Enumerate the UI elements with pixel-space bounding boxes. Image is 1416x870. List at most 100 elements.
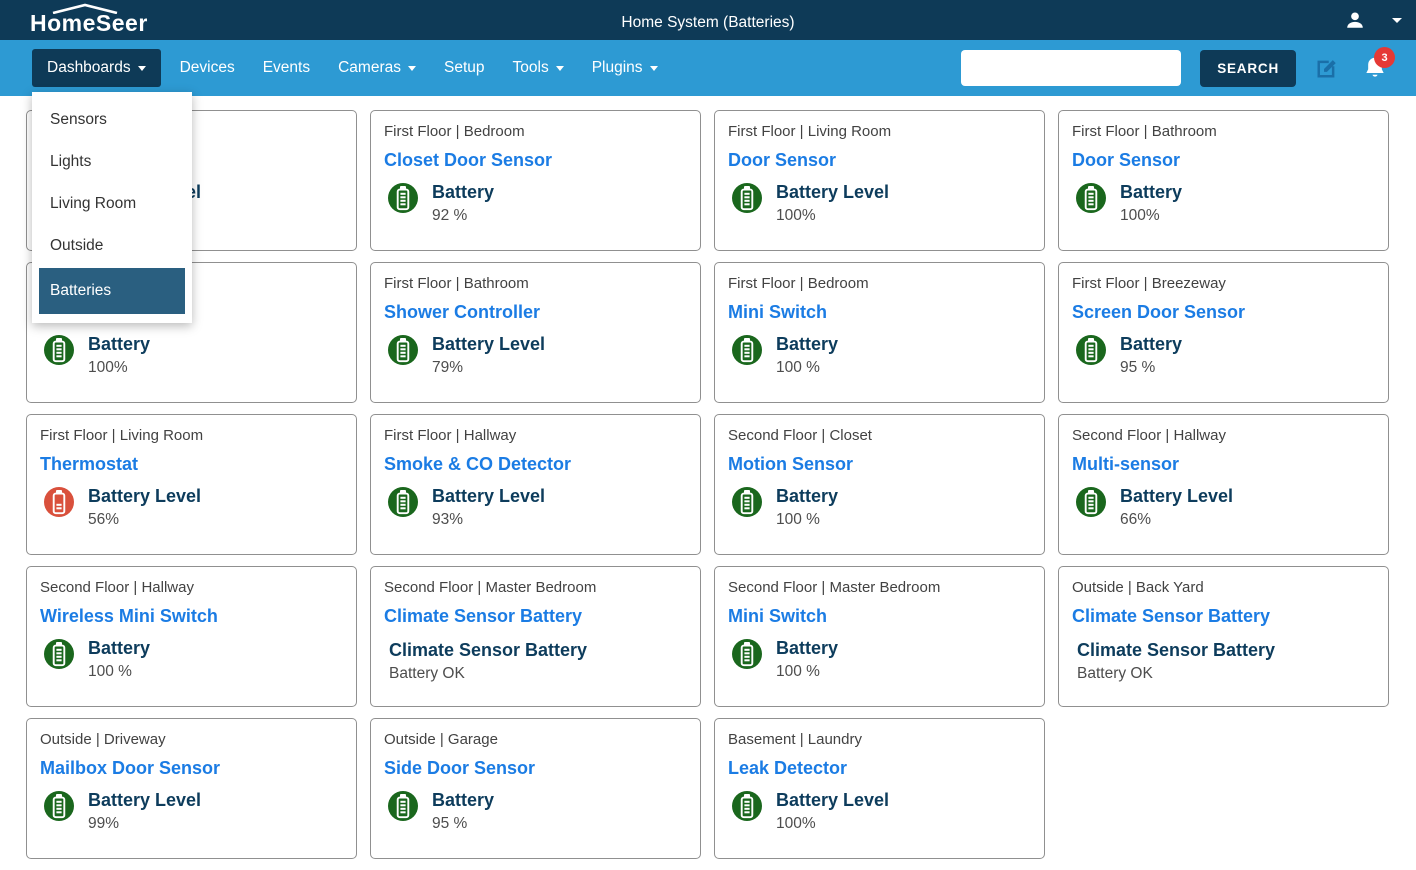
device-name[interactable]: Shower Controller xyxy=(384,301,687,323)
feature-label: Battery Level xyxy=(776,789,889,811)
device-name[interactable]: Climate Sensor Battery xyxy=(1072,605,1375,627)
feature-value: 99% xyxy=(88,814,201,833)
battery-feature: Battery Level 99% xyxy=(40,789,343,833)
device-name[interactable]: Closet Door Sensor xyxy=(384,149,687,171)
battery-feature: Battery 100 % xyxy=(728,485,1031,529)
nav-item-cameras[interactable]: Cameras xyxy=(329,50,425,86)
nav-item-dashboards[interactable]: Dashboards xyxy=(32,49,161,87)
nav-item-setup[interactable]: Setup xyxy=(435,50,494,86)
search-button[interactable]: SEARCH xyxy=(1200,50,1296,87)
device-card: First Floor | Hallway Smoke & CO Detecto… xyxy=(370,414,701,555)
device-name[interactable]: Mini Switch xyxy=(728,301,1031,323)
device-name[interactable]: Leak Detector xyxy=(728,757,1031,779)
device-name[interactable]: Smoke & CO Detector xyxy=(384,453,687,475)
feature-value: 100 % xyxy=(88,662,150,681)
device-card: First Floor | Bathroom Door Sensor Batte… xyxy=(1058,110,1389,251)
device-name[interactable]: Screen Door Sensor xyxy=(1072,301,1375,323)
feature-value: 93% xyxy=(432,510,545,529)
device-name[interactable]: Multi-sensor xyxy=(1072,453,1375,475)
card-location: Second Floor | Master Bedroom xyxy=(728,579,1031,597)
card-location: First Floor | Bedroom xyxy=(384,123,687,141)
device-card: Second Floor | Master Bedroom Mini Switc… xyxy=(714,566,1045,707)
device-name[interactable]: Mailbox Door Sensor xyxy=(40,757,343,779)
device-name[interactable]: Motion Sensor xyxy=(728,453,1031,475)
dropdown-item-outside[interactable]: Outside xyxy=(32,225,192,267)
search-input[interactable] xyxy=(961,50,1181,86)
dropdown-item-batteries[interactable]: Batteries xyxy=(39,268,185,314)
device-name[interactable]: Door Sensor xyxy=(1072,149,1375,171)
device-name[interactable]: Door Sensor xyxy=(728,149,1031,171)
nav-items: Dashboards Devices Events Cameras Setup … xyxy=(32,49,667,87)
feature-label: Battery xyxy=(776,637,838,659)
card-location: First Floor | Bathroom xyxy=(384,275,687,293)
device-name[interactable]: Mini Switch xyxy=(728,605,1031,627)
notifications-bell[interactable]: 3 xyxy=(1362,55,1388,81)
device-name[interactable]: Side Door Sensor xyxy=(384,757,687,779)
battery-icon xyxy=(1076,487,1106,517)
battery-feature: Battery Level 93% xyxy=(384,485,687,529)
battery-icon xyxy=(732,791,762,821)
feature-label: Battery xyxy=(88,637,150,659)
battery-feature: Battery 100 % xyxy=(40,637,343,681)
feature-value: 100 % xyxy=(776,510,838,529)
dropdown-item-living-room[interactable]: Living Room xyxy=(32,183,192,225)
device-card: Outside | Back Yard Climate Sensor Batte… xyxy=(1058,566,1389,707)
card-location: First Floor | Bathroom xyxy=(1072,123,1375,141)
device-name[interactable]: Wireless Mini Switch xyxy=(40,605,343,627)
feature-value: 100% xyxy=(776,206,889,225)
device-card: First Floor | Bedroom Mini Switch Batter… xyxy=(714,262,1045,403)
battery-icon xyxy=(732,639,762,669)
card-location: Outside | Garage xyxy=(384,731,687,749)
battery-feature: Climate Sensor Battery Battery OK xyxy=(384,639,687,683)
device-card: Second Floor | Closet Motion Sensor Batt… xyxy=(714,414,1045,555)
battery-icon xyxy=(1076,335,1106,365)
user-menu-caret-icon[interactable] xyxy=(1392,18,1402,23)
device-name[interactable]: Climate Sensor Battery xyxy=(384,605,687,627)
feature-label: Battery Level xyxy=(88,485,201,507)
user-icon[interactable] xyxy=(1344,9,1366,31)
nav-item-tools[interactable]: Tools xyxy=(504,50,573,86)
chevron-down-icon xyxy=(138,66,146,71)
device-card: Second Floor | Hallway Wireless Mini Swi… xyxy=(26,566,357,707)
feature-label: Battery xyxy=(776,333,838,355)
homeseer-logo[interactable]: HomeSeer xyxy=(30,4,148,37)
device-card: First Floor | Bathroom Shower Controller… xyxy=(370,262,701,403)
feature-label: Battery xyxy=(1120,181,1182,203)
card-location: Second Floor | Closet xyxy=(728,427,1031,445)
feature-value: 95 % xyxy=(1120,358,1182,377)
card-location: Second Floor | Master Bedroom xyxy=(384,579,687,597)
card-location: Outside | Back Yard xyxy=(1072,579,1375,597)
dashboards-dropdown-menu: Sensors Lights Living Room Outside Batte… xyxy=(32,92,192,323)
dropdown-item-lights[interactable]: Lights xyxy=(32,141,192,183)
feature-value: 100 % xyxy=(776,662,838,681)
chevron-down-icon xyxy=(408,66,416,71)
nav-item-devices[interactable]: Devices xyxy=(171,50,244,86)
nav-item-plugins[interactable]: Plugins xyxy=(583,50,667,86)
card-location: First Floor | Bedroom xyxy=(728,275,1031,293)
battery-feature: Battery 95 % xyxy=(1072,333,1375,377)
battery-feature: Battery 100 % xyxy=(728,333,1031,377)
feature-value: 100% xyxy=(88,358,150,377)
edit-icon[interactable] xyxy=(1313,55,1340,82)
feature-label: Battery xyxy=(776,485,838,507)
battery-icon xyxy=(388,183,418,213)
nav-item-events[interactable]: Events xyxy=(254,50,319,86)
feature-label: Climate Sensor Battery xyxy=(389,639,587,661)
battery-feature: Battery 95 % xyxy=(384,789,687,833)
battery-feature: Battery Level 56% xyxy=(40,485,343,529)
battery-icon xyxy=(388,487,418,517)
feature-value: 100% xyxy=(1120,206,1182,225)
device-card: First Floor | Bedroom Closet Door Sensor… xyxy=(370,110,701,251)
device-card: First Floor | Living Room Door Sensor Ba… xyxy=(714,110,1045,251)
device-name[interactable]: Thermostat xyxy=(40,453,343,475)
device-card: First Floor | Living Room Thermostat Bat… xyxy=(26,414,357,555)
feature-label: Battery Level xyxy=(1120,485,1233,507)
battery-feature: Battery 100% xyxy=(1072,181,1375,225)
feature-value: 79% xyxy=(432,358,545,377)
battery-icon xyxy=(44,639,74,669)
feature-label: Climate Sensor Battery xyxy=(1077,639,1275,661)
feature-label: Battery Level xyxy=(88,789,201,811)
dropdown-item-sensors[interactable]: Sensors xyxy=(32,99,192,141)
device-card: Second Floor | Master Bedroom Climate Se… xyxy=(370,566,701,707)
logo-roof-icon xyxy=(51,3,119,14)
